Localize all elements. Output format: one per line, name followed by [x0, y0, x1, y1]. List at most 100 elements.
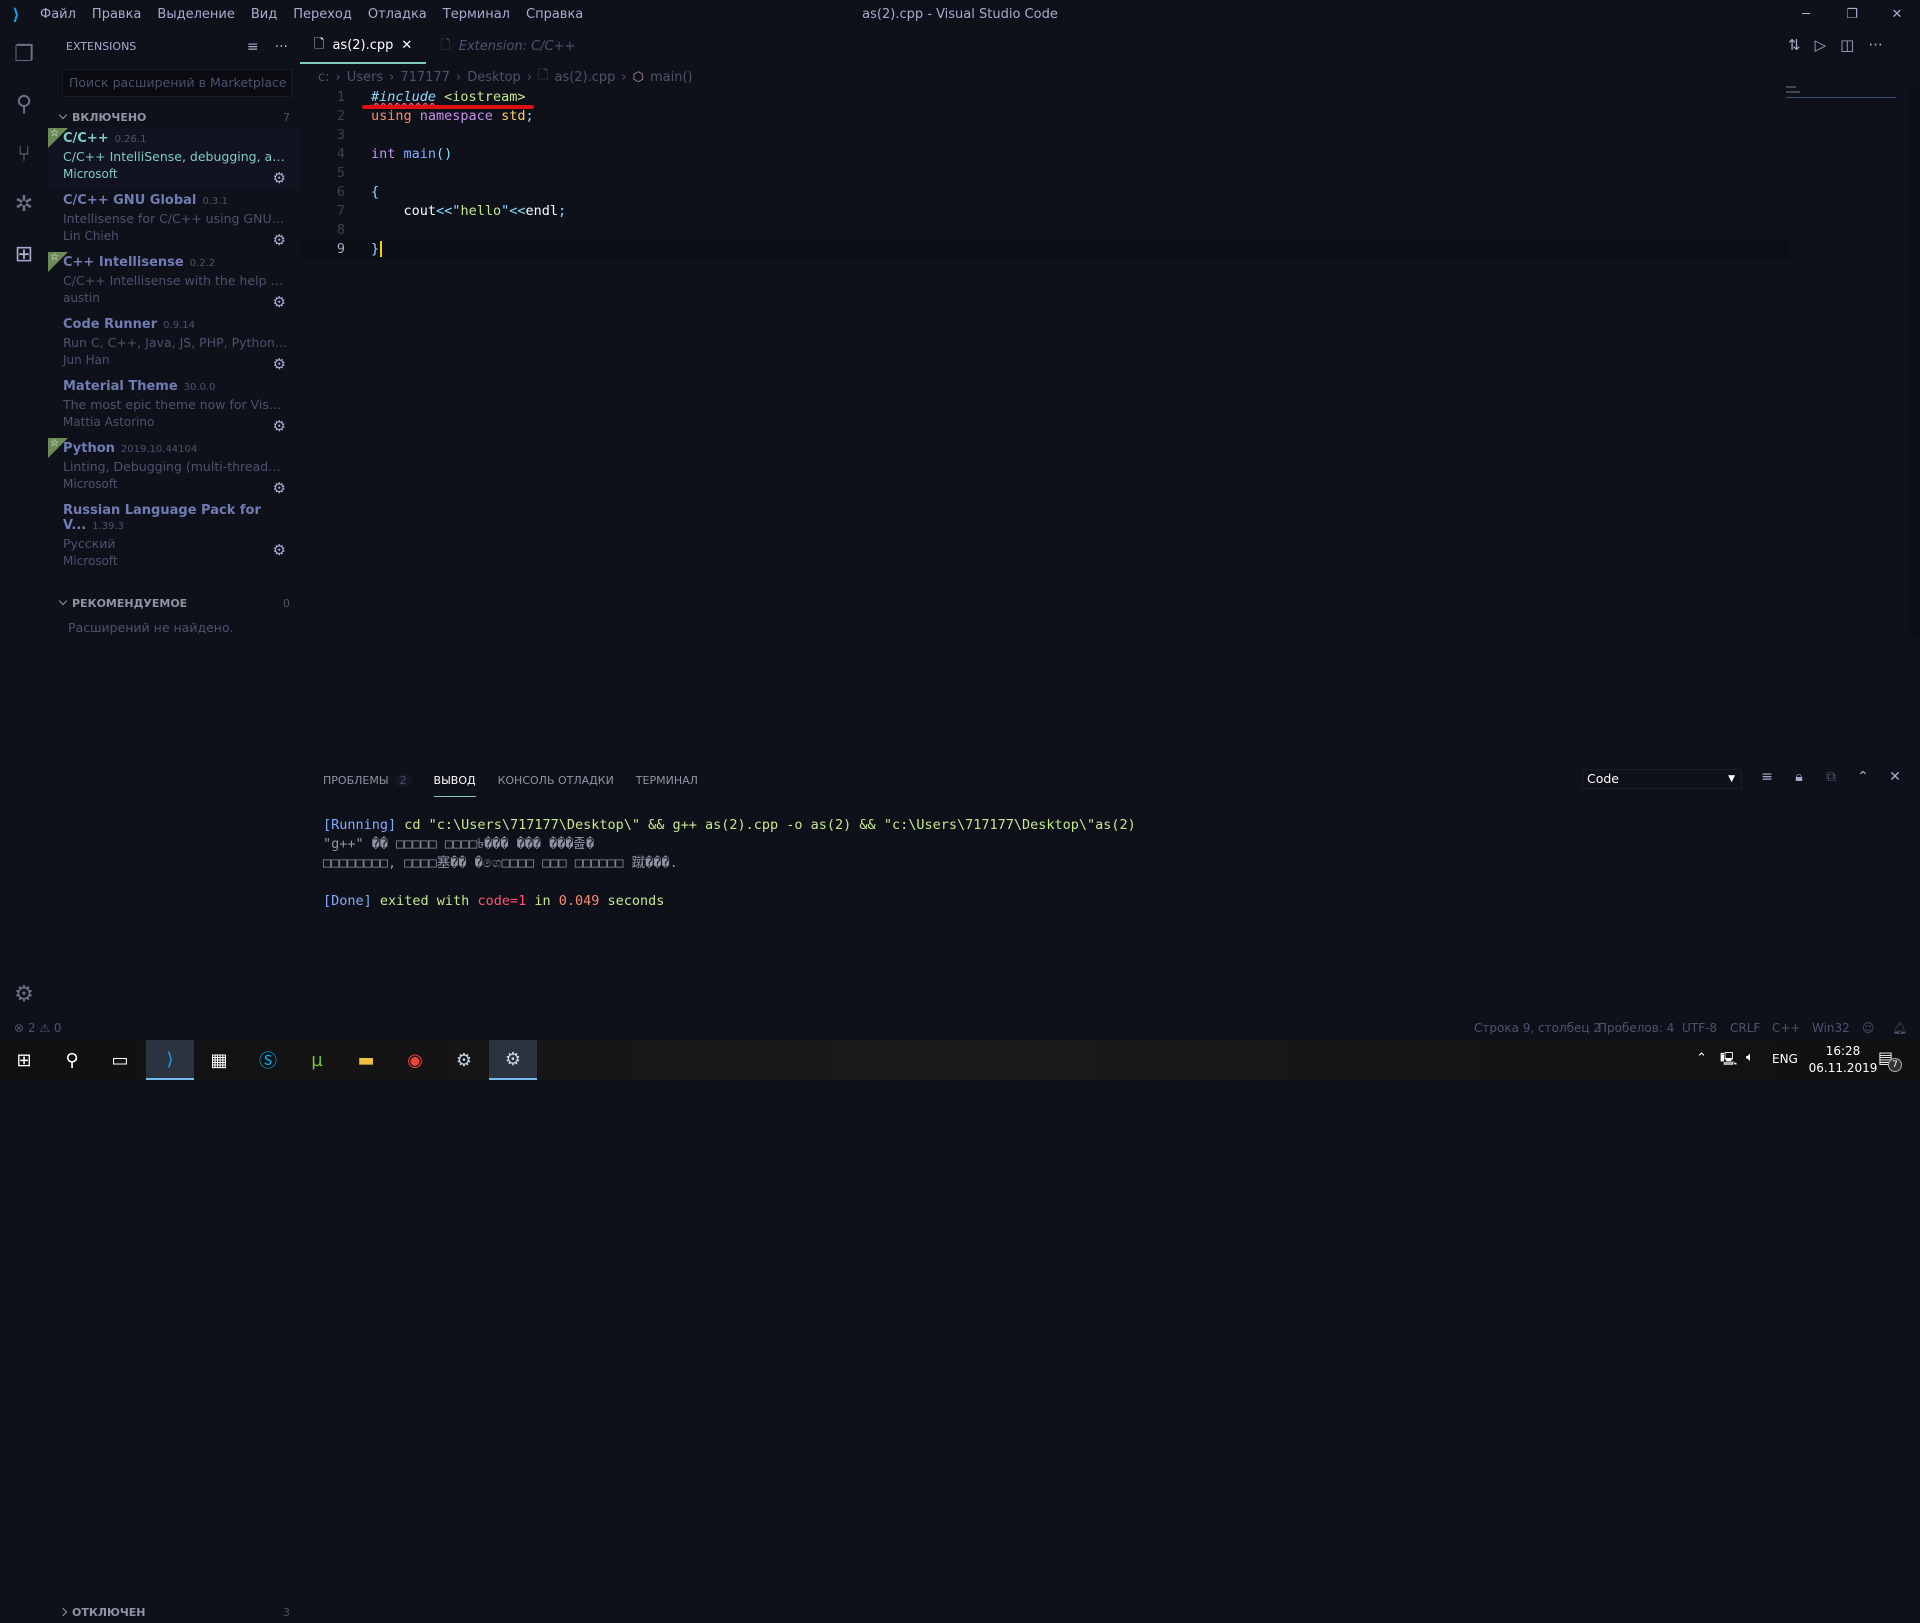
utorrent-icon[interactable]: µ: [293, 1040, 341, 1080]
breadcrumb-item[interactable]: main(): [650, 70, 693, 85]
extension-item[interactable]: ☆ Python 2019.10.44104 Linting, Debugging (…: [48, 438, 300, 500]
extension-version: 0.26.1: [114, 134, 147, 145]
menu-6[interactable]: Терминал: [435, 7, 518, 22]
platform[interactable]: Win32: [1812, 1021, 1850, 1035]
extensions-search-input[interactable]: Поиск расширений в Marketplace: [62, 69, 292, 97]
manage-gear-icon[interactable]: ⚙: [273, 417, 286, 435]
open-log-icon[interactable]: ⧉: [1819, 769, 1843, 785]
extension-item[interactable]: ☆ C/C++ 0.26.1 C/C++ IntelliSense, debuggin…: [48, 128, 300, 190]
calculator-icon[interactable]: ▦: [195, 1040, 243, 1080]
breadcrumb-item[interactable]: c:: [318, 70, 330, 85]
start-windows-icon[interactable]: ⊞: [0, 1040, 48, 1080]
extension-item[interactable]: ☆ C++ Intellisense 0.2.2 C/C++ Intellisense…: [48, 252, 300, 314]
vscode-taskbar-icon[interactable]: ⟩: [146, 1040, 194, 1080]
volume-icon[interactable]: 🔈︎: [1746, 1050, 1754, 1065]
extension-item[interactable]: Russian Language Pack for V... 1.39.3 Русс…: [48, 500, 300, 568]
clock[interactable]: 16:28 06.11.2019: [1808, 1043, 1878, 1077]
search-icon[interactable]: ⚲: [0, 79, 48, 129]
skype-icon[interactable]: Ⓢ: [244, 1040, 292, 1080]
steam-icon[interactable]: ⚙: [440, 1040, 488, 1080]
line-endings[interactable]: CRLF: [1730, 1021, 1760, 1035]
extension-item[interactable]: C/C++ GNU Global 0.3.1 Intellisense for C/…: [48, 190, 300, 252]
chrome-icon[interactable]: ◉: [391, 1040, 439, 1080]
network-icon[interactable]: 🖳: [1720, 1050, 1737, 1072]
tab-as2-cpp[interactable]: 🗋 as(2).cpp ✕: [300, 29, 427, 64]
section-recommended[interactable]: РЕКОМЕНДУЕМОЕ 0: [48, 592, 300, 614]
code-token: #include: [371, 89, 437, 105]
task-view-icon[interactable]: ▭: [96, 1040, 144, 1080]
settings-gear-icon[interactable]: ⚙: [0, 969, 48, 1019]
extensions-icon[interactable]: ⊞: [0, 229, 48, 279]
problems-indicator[interactable]: ⊗ 2 ⚠ 0: [14, 1021, 62, 1035]
lock-icon[interactable]: 🔒︎: [1787, 769, 1811, 785]
menu-4[interactable]: Переход: [285, 7, 360, 22]
windows-taskbar: ⊞ ⚲ ▭ ⟩ ▦ Ⓢ µ ▬ ◉ ⚙ ⚙ ⌃ 🖳 🔈︎ ENG 16:28 06…: [0, 1040, 1920, 1080]
breadcrumb-item[interactable]: Users: [347, 70, 383, 85]
feedback-smiley-icon[interactable]: ☺: [1862, 1021, 1875, 1035]
manage-gear-icon[interactable]: ⚙: [273, 479, 286, 497]
section-count: 3: [283, 1605, 290, 1619]
panel-tabs: ПРОБЛЕМЫ 2 ВЫВОД КОНСОЛЬ ОТЛАДКИ ТЕРМИНАЛ: [323, 771, 698, 797]
editor-scrollbar[interactable]: [1910, 88, 1920, 638]
file-explorer-icon[interactable]: ▬: [342, 1040, 390, 1080]
panel-tab[interactable]: КОНСОЛЬ ОТЛАДКИ: [498, 771, 614, 797]
encoding[interactable]: UTF-8: [1682, 1021, 1717, 1035]
notifications-bell-icon[interactable]: 🔔︎: [1892, 1021, 1907, 1035]
close-icon[interactable]: ✕: [401, 38, 412, 53]
explorer-icon[interactable]: ❐: [0, 29, 48, 79]
run-icon[interactable]: ▷: [1815, 36, 1827, 54]
compare-icon[interactable]: ⇅: [1788, 36, 1801, 54]
panel-tab[interactable]: ТЕРМИНАЛ: [636, 771, 698, 797]
section-disabled[interactable]: ОТКЛЮЧЕН 3: [48, 1601, 300, 1623]
tab-extension-cpp[interactable]: 🗋 Extension: C/C++: [426, 29, 589, 64]
menu-3[interactable]: Вид: [243, 7, 285, 22]
debug-icon[interactable]: ✲: [0, 179, 48, 229]
panel-tab[interactable]: ПРОБЛЕМЫ 2: [323, 771, 412, 797]
close-window-button[interactable]: ✕: [1874, 0, 1920, 29]
more-actions-icon[interactable]: ···: [275, 39, 288, 55]
source-control-icon[interactable]: ⑂: [0, 129, 48, 179]
menu-0[interactable]: Файл: [32, 7, 84, 22]
section-enabled[interactable]: ВКЛЮЧЕНО 7: [48, 106, 300, 128]
text: in: [526, 893, 559, 909]
clear-output-icon[interactable]: ≡: [1755, 769, 1779, 785]
manage-gear-icon[interactable]: ⚙: [273, 541, 286, 559]
more-icon[interactable]: ···: [1868, 36, 1882, 54]
extension-item[interactable]: Code Runner 0.9.14 Run C, C++, Java, JS, P…: [48, 314, 300, 376]
indentation[interactable]: Пробелов: 4: [1598, 1021, 1674, 1035]
menu-5[interactable]: Отладка: [360, 7, 435, 22]
manage-gear-icon[interactable]: ⚙: [273, 169, 286, 187]
chevron-right-icon: ›: [621, 69, 627, 85]
section-label: ВКЛЮЧЕНО: [72, 110, 147, 124]
breadcrumb-item[interactable]: 717177: [400, 70, 450, 85]
input-language[interactable]: ENG: [1772, 1052, 1798, 1066]
cursor-position[interactable]: Строка 9, столбец 2: [1474, 1021, 1601, 1035]
manage-gear-icon[interactable]: ⚙: [273, 355, 286, 373]
search-icon[interactable]: ⚲: [48, 1040, 96, 1080]
restore-button[interactable]: ❐: [1829, 0, 1875, 29]
error-count: 2: [27, 1021, 36, 1035]
panel-tab[interactable]: ВЫВОД: [433, 771, 476, 797]
clear-filter-icon[interactable]: ≡: [247, 39, 259, 55]
show-hidden-icons[interactable]: ⌃: [1696, 1051, 1707, 1066]
extension-item[interactable]: Material Theme 30.0.0 The most epic theme …: [48, 376, 300, 438]
language-mode[interactable]: C++: [1772, 1021, 1801, 1035]
menu-7[interactable]: Справка: [518, 7, 591, 22]
output-channel-select[interactable]: Code ▼: [1582, 769, 1742, 789]
code-editor[interactable]: 1 #include <iostream> 2 using namespace std…: [300, 88, 1790, 748]
split-editor-icon[interactable]: ◫: [1840, 36, 1854, 54]
minimap[interactable]: [1786, 86, 1906, 106]
minimize-button[interactable]: ─: [1783, 0, 1829, 29]
breadcrumb-item[interactable]: Desktop: [467, 70, 521, 85]
maximize-panel-icon[interactable]: ⌃: [1851, 769, 1875, 785]
action-center-icon[interactable]: ▤ 7: [1878, 1048, 1902, 1072]
breadcrumb-item[interactable]: as(2).cpp: [554, 70, 615, 85]
file-icon: 🗋: [440, 37, 451, 53]
close-panel-icon[interactable]: ✕: [1883, 769, 1907, 785]
manage-gear-icon[interactable]: ⚙: [273, 293, 286, 311]
steam-active-icon[interactable]: ⚙: [489, 1040, 537, 1080]
menu-1[interactable]: Правка: [84, 7, 149, 22]
menu-2[interactable]: Выделение: [149, 7, 242, 22]
manage-gear-icon[interactable]: ⚙: [273, 231, 286, 249]
